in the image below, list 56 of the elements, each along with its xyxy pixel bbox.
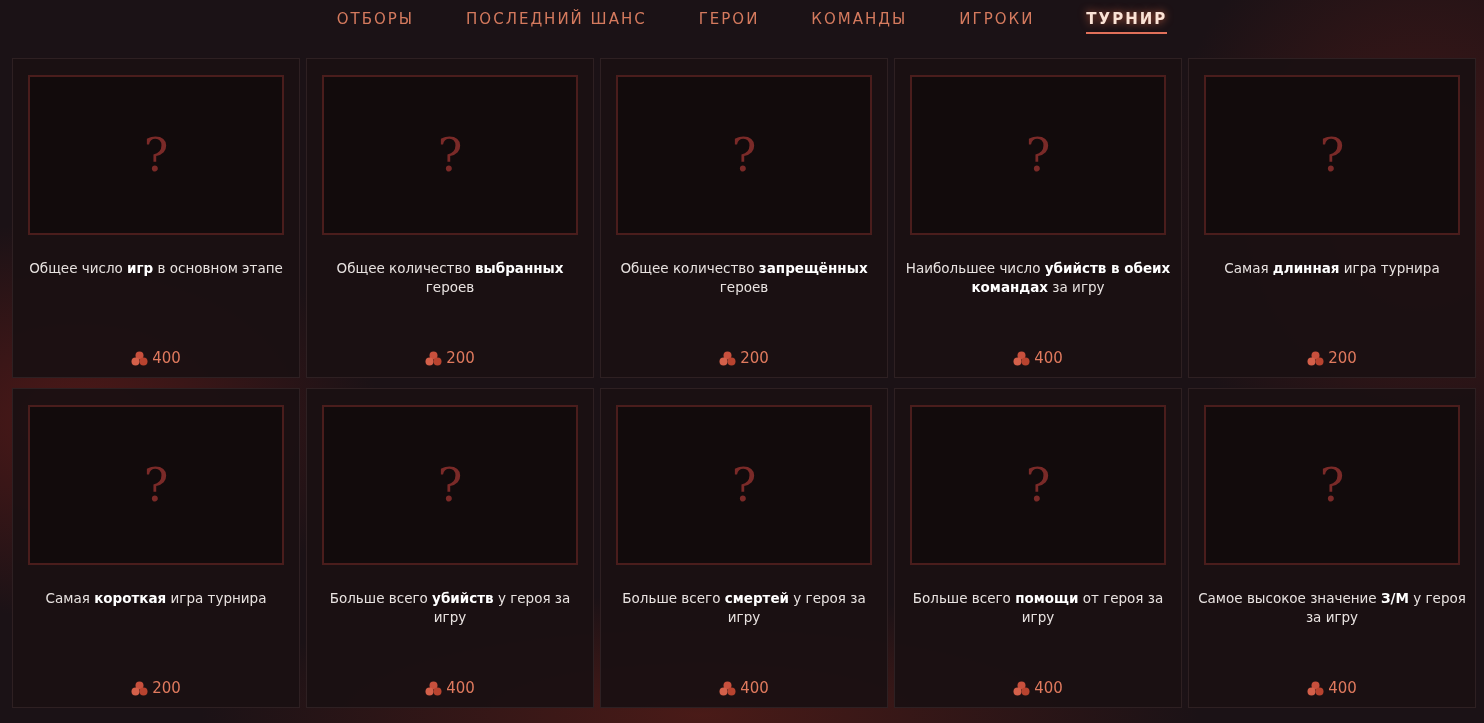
question-mark: ? xyxy=(731,128,757,182)
points-value: 200 xyxy=(740,349,769,367)
prediction-card[interactable]: ? Больше всего помощи от героя за игру 400 xyxy=(894,388,1182,708)
question-mark: ? xyxy=(1319,458,1345,512)
nav-tab[interactable]: КОМАНДЫ xyxy=(811,10,908,34)
prediction-card[interactable]: ? Общее количество запрещённых героев 200 xyxy=(600,58,888,378)
question-mark: ? xyxy=(731,458,757,512)
prediction-card[interactable]: ? Общее количество выбранных героев 200 xyxy=(306,58,594,378)
coins-icon xyxy=(1013,350,1031,366)
question-mark: ? xyxy=(1025,128,1051,182)
coins-icon xyxy=(1307,350,1325,366)
coins-icon xyxy=(719,350,737,366)
prediction-card[interactable]: ? Самая длинная игра турнира 200 xyxy=(1188,58,1476,378)
points-value: 400 xyxy=(1328,679,1357,697)
nav-tab[interactable]: ОТБОРЫ xyxy=(336,10,415,34)
points-value: 400 xyxy=(740,679,769,697)
coins-icon xyxy=(131,350,149,366)
question-text: Наибольшее число убийств в обеих командах за игру xyxy=(904,259,1172,297)
question-text: Больше всего смертей у героя за игру xyxy=(621,589,867,627)
question-mark: ? xyxy=(437,128,463,182)
prediction-card[interactable]: ? Больше всего убийств у героя за игру 400 xyxy=(306,388,594,708)
nav-tab[interactable]: ГЕРОИ xyxy=(698,10,760,34)
points-value: 200 xyxy=(1328,349,1357,367)
prediction-card[interactable]: ? Самая короткая игра турнира 200 xyxy=(12,388,300,708)
question-text: Больше всего помощи от героя за игру xyxy=(911,589,1165,627)
question-text: Общее количество запрещённых героев xyxy=(619,259,869,297)
question-text: Самая длинная игра турнира xyxy=(1223,259,1441,278)
coins-icon xyxy=(719,680,737,696)
points-value: 400 xyxy=(1034,679,1063,697)
question-mark: ? xyxy=(143,128,169,182)
points-value: 400 xyxy=(152,349,181,367)
prediction-card[interactable]: ? Больше всего смертей у героя за игру 400 xyxy=(600,388,888,708)
points-value: 200 xyxy=(446,349,475,367)
question-mark: ? xyxy=(1319,128,1345,182)
prediction-card[interactable]: ? Наибольшее число убийств в обеих командах за игру 400 xyxy=(894,58,1182,378)
question-text: Самое высокое значение З/М у героя за игру xyxy=(1198,589,1466,627)
nav-tab[interactable]: ТУРНИР xyxy=(1086,10,1168,34)
points-value: 400 xyxy=(446,679,475,697)
question-mark: ? xyxy=(437,458,463,512)
question-text: Самая короткая игра турнира xyxy=(44,589,268,608)
coins-icon xyxy=(1307,680,1325,696)
question-mark: ? xyxy=(143,458,169,512)
points-value: 200 xyxy=(152,679,181,697)
prediction-card[interactable]: ? Самое высокое значение З/М у героя за игру 400 xyxy=(1188,388,1476,708)
coins-icon xyxy=(425,680,443,696)
nav-tab[interactable]: ИГРОКИ xyxy=(959,10,1035,34)
coins-icon xyxy=(1013,680,1031,696)
question-mark: ? xyxy=(1025,458,1051,512)
prediction-card[interactable]: ? Общее число игр в основном этапе 400 xyxy=(12,58,300,378)
question-text: Общее число игр в основном этапе xyxy=(28,259,284,278)
question-text: Общее количество выбранных героев xyxy=(335,259,565,297)
coins-icon xyxy=(131,680,149,696)
nav-tab[interactable]: ПОСЛЕДНИЙ ШАНС xyxy=(466,10,647,34)
coins-icon xyxy=(425,350,443,366)
question-text: Больше всего убийств у героя за игру xyxy=(328,589,572,627)
points-value: 400 xyxy=(1034,349,1063,367)
